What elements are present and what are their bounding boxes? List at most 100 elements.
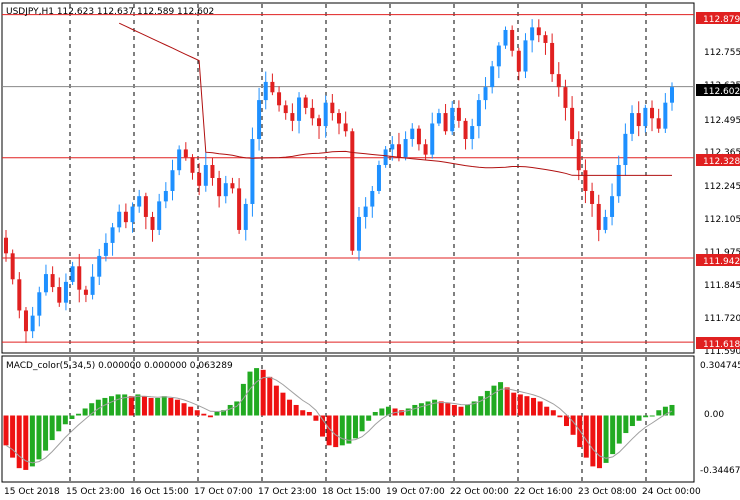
- candle-body: [17, 279, 22, 311]
- macd-bar: [524, 396, 530, 416]
- candle-body: [543, 35, 548, 43]
- time-tick: 19 Oct 07:00: [386, 487, 445, 497]
- candle-body: [70, 266, 75, 282]
- macd-bar: [128, 396, 134, 416]
- candle-body: [4, 237, 8, 254]
- macd-bar: [16, 415, 22, 469]
- macd-bar: [214, 411, 220, 416]
- macd-bar: [491, 385, 497, 416]
- candle-body: [50, 274, 55, 288]
- candle-body: [210, 165, 215, 178]
- macd-bar: [227, 404, 233, 416]
- candle-body: [410, 128, 415, 140]
- candle-body: [663, 102, 668, 129]
- macd-bar: [629, 415, 635, 427]
- candle-body: [57, 287, 62, 303]
- macd-bar: [656, 410, 662, 416]
- price-tick: 112.245: [704, 182, 740, 192]
- candle-body: [350, 131, 355, 251]
- macd-bar: [372, 411, 378, 416]
- macd-bar: [603, 415, 609, 463]
- macd-bar: [498, 382, 504, 416]
- macd-bar: [76, 413, 82, 416]
- level-tag-label: 112.879: [703, 15, 740, 25]
- macd-bar: [636, 415, 642, 421]
- candle-body: [496, 45, 501, 67]
- level-tag-label: 112.328: [703, 157, 740, 167]
- candle-body: [610, 196, 615, 217]
- candle-body: [563, 87, 568, 108]
- candle-body: [317, 118, 322, 127]
- candle-body: [463, 120, 468, 140]
- candle-body: [616, 165, 621, 197]
- macd-bar: [29, 415, 35, 467]
- candle-body: [97, 255, 102, 277]
- candle-body: [423, 144, 428, 155]
- candle-body: [403, 139, 408, 158]
- candle-body: [23, 310, 28, 332]
- candle-body: [170, 170, 175, 191]
- macd-bar: [432, 399, 438, 416]
- level-tag-label: 111.942: [703, 257, 740, 267]
- main-chart-frame[interactable]: [1, 2, 695, 354]
- current-price-tag: 112.602: [703, 87, 740, 97]
- macd-bar: [537, 401, 543, 416]
- candle-body: [137, 196, 142, 207]
- candle-body: [117, 211, 122, 228]
- candle-body: [396, 144, 401, 158]
- macd-bar: [207, 415, 213, 418]
- macd-bar: [425, 401, 431, 416]
- macd-bar: [188, 406, 194, 416]
- candle-body: [203, 165, 208, 186]
- candle-body: [530, 27, 535, 41]
- candle-body: [103, 242, 108, 256]
- candle-body: [10, 253, 15, 280]
- macd-bar: [102, 397, 108, 416]
- candle-body: [230, 183, 235, 189]
- candle-body: [576, 139, 581, 171]
- candle-body: [656, 118, 661, 129]
- candle-body: [343, 123, 348, 132]
- macd-bar: [260, 369, 266, 416]
- candle-body: [270, 81, 275, 93]
- macd-bar: [155, 397, 161, 416]
- macd-bar: [583, 415, 589, 458]
- time-tick: 22 Oct 16:00: [514, 487, 573, 497]
- candle-body: [157, 201, 162, 230]
- macd-bar: [623, 415, 629, 434]
- candle-body: [503, 29, 508, 46]
- macd-bar: [418, 403, 424, 416]
- trading-chart[interactable]: USDJPY,H1 112.623 112.637 112.589 112.60…: [0, 0, 740, 500]
- macd-title: MACD_color(5,34,5) 0.000000 0.000000 0.0…: [6, 361, 233, 371]
- candle-body: [383, 149, 388, 166]
- candle-body: [83, 289, 88, 295]
- macd-bar: [511, 392, 517, 416]
- macd-bar: [254, 368, 260, 416]
- candle-body: [596, 203, 601, 230]
- macd-bar: [643, 415, 649, 418]
- macd-bar: [174, 399, 180, 416]
- macd-bar: [517, 394, 523, 416]
- candle-body: [570, 107, 575, 140]
- candle-body: [483, 87, 488, 101]
- candle-body: [283, 105, 288, 114]
- candle-body: [416, 128, 421, 145]
- candle-body: [90, 276, 95, 295]
- macd-bar: [82, 408, 88, 416]
- macd-bar: [287, 399, 293, 416]
- candle-body: [77, 266, 82, 290]
- candle-body: [550, 42, 555, 75]
- candle-body: [603, 216, 608, 230]
- time-tick: 17 Oct 23:00: [258, 487, 317, 497]
- candle-body: [643, 107, 648, 127]
- price-tick: 112.105: [704, 215, 740, 225]
- macd-bar: [458, 406, 464, 416]
- candle-body: [370, 190, 375, 207]
- time-tick: 17 Oct 07:00: [194, 487, 253, 497]
- candle-body: [323, 102, 328, 127]
- candle-body: [150, 216, 155, 230]
- time-tick: 23 Oct 08:00: [578, 487, 637, 497]
- macd-bar: [438, 401, 444, 416]
- macd-bar: [161, 396, 167, 416]
- macd-bar: [194, 410, 200, 416]
